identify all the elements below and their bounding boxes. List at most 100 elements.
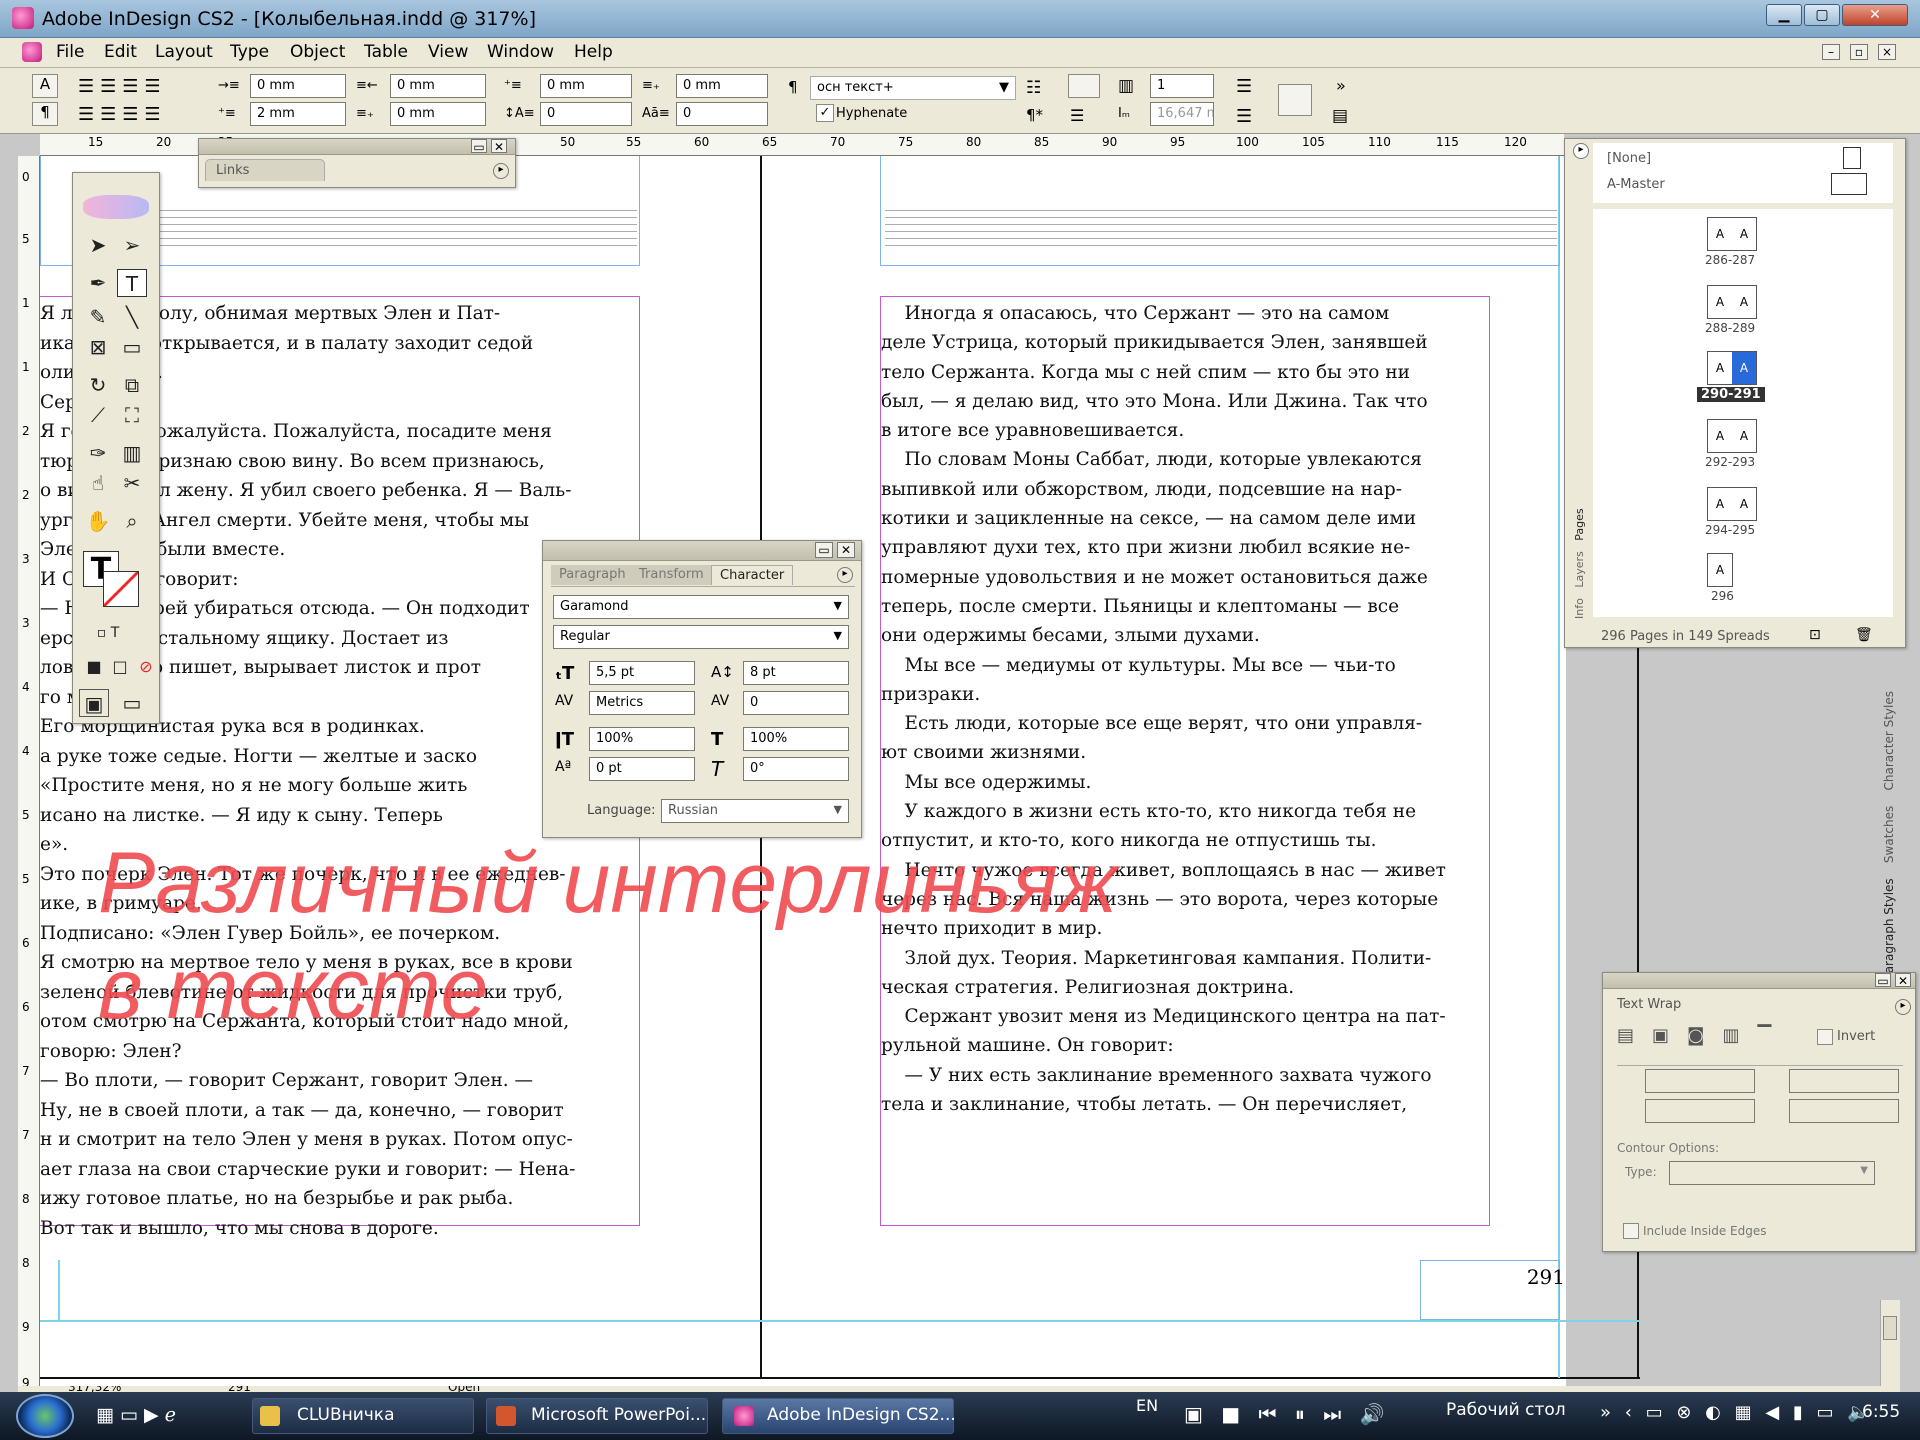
new-page-icon[interactable]: ⊡: [1809, 627, 1821, 643]
justify-icon[interactable]: ☰: [1070, 106, 1084, 125]
a-master[interactable]: A-Master: [1607, 177, 1665, 192]
panel-menu-icon[interactable]: ▸: [1573, 143, 1589, 159]
baseline-shift-field[interactable]: 0 pt: [589, 757, 695, 781]
shear-tool-icon[interactable]: ⟋: [83, 401, 113, 429]
right-offset-field[interactable]: [1789, 1069, 1899, 1093]
drop-chars-field[interactable]: 0: [676, 102, 768, 126]
pen-tool-icon[interactable]: ✒: [83, 269, 113, 297]
button-tool-icon[interactable]: ☝: [83, 469, 113, 497]
panel-menu-icon[interactable]: ▸: [837, 567, 853, 583]
left-indent-field[interactable]: 0 mm: [250, 74, 346, 98]
collapse-button[interactable]: ▭: [471, 139, 487, 154]
formatting-container-icon[interactable]: ▫ T: [93, 619, 123, 647]
character-panel-header[interactable]: ▭ ✕: [543, 541, 861, 561]
close-icon[interactable]: ✕: [1895, 973, 1911, 988]
apply-none-icon[interactable]: ⊘: [131, 653, 161, 681]
gutter-field[interactable]: 16,647 mi: [1150, 102, 1214, 126]
invert-checkbox[interactable]: [1817, 1029, 1833, 1045]
tab-layers[interactable]: Layers: [1573, 551, 1586, 587]
tab-pages[interactable]: Pages: [1573, 508, 1586, 540]
font-family-select[interactable]: Garamond ▼: [553, 595, 849, 619]
horizontal-scale-field[interactable]: 100%: [743, 727, 849, 751]
type-tool-icon[interactable]: T: [117, 269, 147, 297]
pencil-tool-icon[interactable]: ✎: [83, 303, 113, 331]
links-panel-header[interactable]: ▭ ✕: [199, 139, 515, 155]
leading-field[interactable]: 8 pt: [743, 661, 849, 685]
vertical-scale-field[interactable]: 100%: [589, 727, 695, 751]
tracking-field[interactable]: 0: [743, 691, 849, 715]
close-icon[interactable]: ✕: [837, 542, 855, 558]
rotate-tool-icon[interactable]: ↻: [83, 371, 113, 399]
none-master[interactable]: [None]: [1607, 151, 1651, 166]
paragraph-mark-icon[interactable]: ¶*: [1026, 106, 1043, 124]
maximize-button[interactable]: ▢: [1804, 4, 1840, 26]
menu-edit[interactable]: Edit: [104, 42, 137, 62]
minimize-button[interactable]: ▁: [1766, 4, 1802, 26]
tab-swatches[interactable]: Swatches: [1882, 806, 1896, 863]
spread-thumbnail[interactable]: AA: [1707, 285, 1757, 319]
preview-view-icon[interactable]: ▭: [117, 689, 147, 717]
space-after-field[interactable]: 0 mm: [676, 74, 768, 98]
collapse-button[interactable]: ▭: [1875, 973, 1891, 988]
line-tool-icon[interactable]: ╲: [117, 303, 147, 331]
kerning-field[interactable]: Metrics: [589, 691, 695, 715]
space-before-field[interactable]: 0 mm: [540, 74, 632, 98]
first-indent-field[interactable]: 2 mm: [250, 102, 346, 126]
text-frame-right[interactable]: Иногда я опасаюсь, что Сержант — это на …: [880, 296, 1490, 1226]
tray-icons[interactable]: » ‹ ▭ ⊗ ◐ ▦ ◀ ▮ ▭ 🔈: [1600, 1402, 1874, 1423]
more-options-icon[interactable]: »: [1336, 76, 1346, 95]
panel-menu-icon[interactable]: ▸: [1895, 999, 1911, 1015]
scale-tool-icon[interactable]: ⧉: [117, 371, 147, 399]
drop-lines-field[interactable]: 0: [540, 102, 632, 126]
language-indicator[interactable]: EN: [1136, 1396, 1158, 1415]
rectangle-tool-icon[interactable]: ▭: [117, 333, 147, 361]
frame-tool-icon[interactable]: ⊠: [83, 333, 113, 361]
palette-menu-icon[interactable]: ▤: [1332, 106, 1348, 126]
hyphenate-checkbox[interactable]: ✓: [816, 104, 834, 122]
tab-paragraph[interactable]: Paragraph: [551, 565, 634, 585]
doc-restore-button[interactable]: ▫: [1850, 44, 1868, 60]
menu-file[interactable]: File: [56, 42, 84, 62]
eyedropper-tool-icon[interactable]: ✑: [83, 439, 113, 467]
collapse-button[interactable]: ▭: [815, 542, 833, 558]
direct-selection-tool-icon[interactable]: ➢: [117, 231, 147, 259]
columns-field[interactable]: 1: [1150, 74, 1214, 98]
selection-tool-icon[interactable]: ➤: [83, 231, 113, 259]
zoom-tool-icon[interactable]: ⌕: [117, 507, 147, 535]
links-tab[interactable]: Links: [205, 159, 325, 181]
quick-launch-icons[interactable]: ▦ ▭ ▶ ℯ: [96, 1404, 176, 1426]
text-wrap-title[interactable]: Text Wrap: [1617, 997, 1681, 1012]
character-mode-button[interactable]: A: [32, 74, 58, 98]
taskbar-item-clubnichka[interactable]: CLUBничка: [252, 1398, 474, 1434]
vertical-ruler[interactable]: 0 5 1 1 2 2 3 3 4 4 5 5 6 6 7 7 8 8 9 9: [18, 156, 40, 1396]
start-button[interactable]: [16, 1394, 74, 1438]
panel-menu-icon[interactable]: ▸: [493, 163, 509, 179]
scrollbar-thumb[interactable]: [1883, 1316, 1897, 1340]
menu-help[interactable]: Help: [574, 42, 613, 62]
menu-layout[interactable]: Layout: [155, 42, 213, 62]
quick-apply-button[interactable]: [1278, 84, 1312, 116]
page-thumbnail[interactable]: A: [1707, 553, 1733, 587]
taskbar-item-powerpoint[interactable]: Microsoft PowerPoi...: [486, 1398, 708, 1434]
gradient-tool-icon[interactable]: ▥: [117, 439, 147, 467]
close-icon[interactable]: ✕: [491, 139, 507, 154]
include-inside-edges-checkbox[interactable]: [1623, 1223, 1639, 1239]
tab-paragraph-styles[interactable]: Paragraph Styles: [1882, 878, 1896, 980]
menu-view[interactable]: View: [428, 42, 468, 62]
font-size-field[interactable]: 5,5 pt: [589, 661, 695, 685]
scissors-tool-icon[interactable]: ✂: [117, 469, 147, 497]
menu-table[interactable]: Table: [364, 42, 408, 62]
contour-type-select[interactable]: ▼: [1669, 1161, 1875, 1185]
transform-tool-icon[interactable]: ⛶: [117, 401, 147, 429]
last-indent-field[interactable]: 0 mm: [390, 102, 486, 126]
menu-object[interactable]: Object: [290, 42, 345, 62]
vertical-scrollbar[interactable]: [1880, 1300, 1900, 1392]
bullet-list-icon[interactable]: ☰: [1236, 76, 1252, 97]
wrap-mode-buttons[interactable]: ▤▣◙▥▔: [1617, 1025, 1789, 1046]
skew-field[interactable]: 0°: [743, 757, 849, 781]
top-offset-field[interactable]: [1645, 1069, 1755, 1093]
hand-tool-icon[interactable]: ✋: [83, 507, 113, 535]
header-image-frame-right[interactable]: [880, 156, 1560, 266]
stroke-swatch-icon[interactable]: [103, 571, 139, 607]
doc-close-button[interactable]: ×: [1878, 44, 1896, 60]
